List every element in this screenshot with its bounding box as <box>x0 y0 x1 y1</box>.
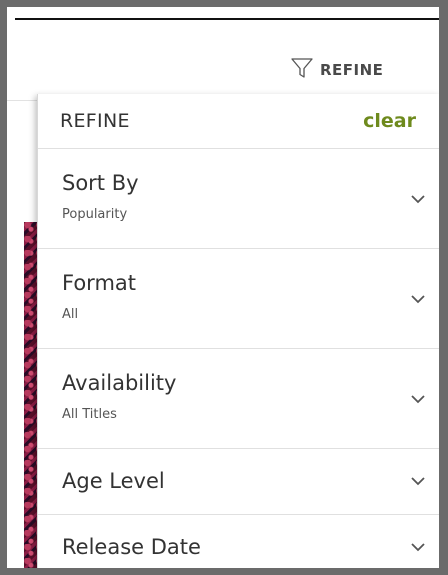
refine-panel-title: REFINE <box>60 110 130 132</box>
filter-value: All Titles <box>62 407 117 422</box>
filter-label: Format <box>62 271 137 295</box>
chevron-down-icon <box>411 195 425 204</box>
refine-button-label: REFINE <box>320 61 384 79</box>
filter-funnel-icon <box>290 56 314 84</box>
filter-value: All <box>62 307 79 322</box>
app-window: REFINE REFINE clear Sort By Popularity F… <box>7 7 439 568</box>
filter-release-date[interactable]: Release Date <box>38 515 439 568</box>
chevron-down-icon <box>411 477 425 486</box>
refine-button[interactable]: REFINE <box>290 56 383 84</box>
refine-panel-header: REFINE clear <box>38 94 439 149</box>
filter-value: Popularity <box>62 207 128 222</box>
filter-label: Age Level <box>62 469 165 493</box>
filter-sort-by[interactable]: Sort By Popularity <box>38 149 439 249</box>
filter-label: Availability <box>62 371 177 395</box>
chevron-down-icon <box>411 295 425 304</box>
clear-button[interactable]: clear <box>363 110 416 132</box>
filter-label: Sort By <box>62 171 139 195</box>
results-toolbar: REFINE <box>7 20 439 101</box>
filter-availability[interactable]: Availability All Titles <box>38 349 439 449</box>
filter-label: Release Date <box>62 535 201 559</box>
chevron-down-icon <box>411 543 425 552</box>
filter-format[interactable]: Format All <box>38 249 439 349</box>
refine-panel: REFINE clear Sort By Popularity Format A… <box>37 94 439 568</box>
filter-age-level[interactable]: Age Level <box>38 449 439 515</box>
chevron-down-icon <box>411 395 425 404</box>
